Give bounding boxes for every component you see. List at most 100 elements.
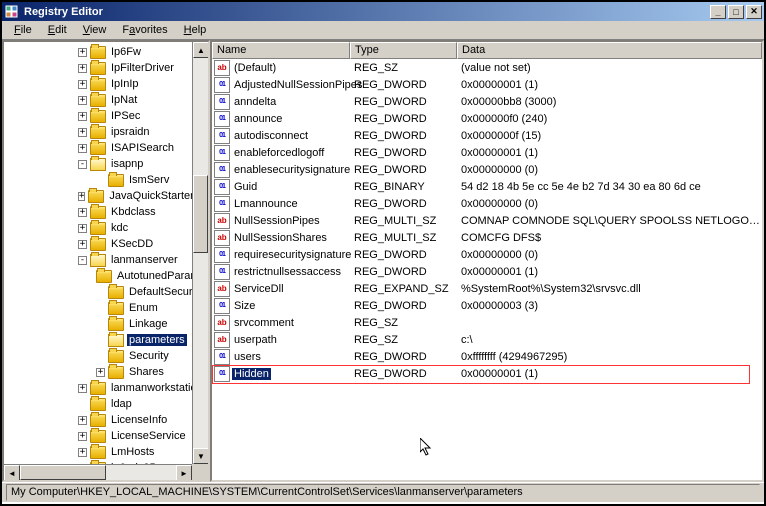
tree-label[interactable]: IpInIp <box>109 78 141 90</box>
expand-icon[interactable]: + <box>78 80 87 89</box>
tree-label[interactable]: IpFilterDriver <box>109 62 176 74</box>
expand-icon[interactable]: + <box>78 192 85 201</box>
tree-node[interactable]: - lanmanserver <box>6 252 208 268</box>
tree-node[interactable]: IsmServ <box>6 172 208 188</box>
tree-node[interactable]: + kdc <box>6 220 208 236</box>
expand-icon[interactable]: + <box>78 48 87 57</box>
tree-node[interactable]: + LmHosts <box>6 444 208 460</box>
tree-node[interactable]: + Kbdclass <box>6 204 208 220</box>
titlebar[interactable]: Registry Editor _ □ ✕ <box>2 2 764 21</box>
tree-label[interactable]: lanmanserver <box>109 254 180 266</box>
expand-icon[interactable]: + <box>96 368 105 377</box>
tree-node[interactable]: + LicenseService <box>6 428 208 444</box>
list-row[interactable]: requiresecuritysignatureREG_DWORD0x00000… <box>212 246 762 263</box>
list-row[interactable]: LmannounceREG_DWORD0x00000000 (0) <box>212 195 762 212</box>
list-row[interactable]: restrictnullsessaccessREG_DWORD0x0000000… <box>212 263 762 280</box>
scroll-down-button[interactable]: ▼ <box>193 448 209 464</box>
column-header-data[interactable]: Data <box>457 42 762 59</box>
tree-node[interactable]: AutotunedParameters <box>6 268 208 284</box>
tree-label[interactable]: IPSec <box>109 110 142 122</box>
list-row[interactable]: anndeltaREG_DWORD0x00000bb8 (3000) <box>212 93 762 110</box>
tree-label[interactable]: Shares <box>127 366 166 378</box>
tree-label[interactable]: ISAPISearch <box>109 142 176 154</box>
tree-label[interactable]: IpNat <box>109 94 139 106</box>
tree-node[interactable]: + IPSec <box>6 108 208 124</box>
list-row[interactable]: NullSessionSharesREG_MULTI_SZCOMCFG DFS$ <box>212 229 762 246</box>
list-row[interactable]: HiddenREG_DWORD0x00000001 (1) <box>212 365 762 382</box>
tree-node[interactable]: ldap <box>6 396 208 412</box>
scroll-thumb[interactable] <box>193 175 208 253</box>
collapse-icon[interactable]: - <box>78 160 87 169</box>
menu-file[interactable]: File <box>6 22 40 38</box>
expand-icon[interactable]: + <box>78 96 87 105</box>
menu-edit[interactable]: Edit <box>40 22 75 38</box>
tree-node[interactable]: Security <box>6 348 208 364</box>
expand-icon[interactable]: + <box>78 64 87 73</box>
expand-icon[interactable]: + <box>78 224 87 233</box>
tree-label[interactable]: Ip6Fw <box>109 46 143 58</box>
list-row[interactable]: (Default)REG_SZ(value not set) <box>212 59 762 76</box>
tree-node[interactable]: +KSecDD <box>6 236 208 252</box>
maximize-button[interactable]: □ <box>728 5 744 19</box>
list-row[interactable]: SizeREG_DWORD0x00000003 (3) <box>212 297 762 314</box>
tree-node[interactable]: + IpNat <box>6 92 208 108</box>
tree-label[interactable]: kdc <box>109 222 130 234</box>
list-row[interactable]: srvcommentREG_SZ <box>212 314 762 331</box>
tree-node[interactable]: Linkage <box>6 316 208 332</box>
list-row[interactable]: autodisconnectREG_DWORD0x0000000f (15) <box>212 127 762 144</box>
list-row[interactable]: enablesecuritysignatureREG_DWORD0x000000… <box>212 161 762 178</box>
tree-vscrollbar[interactable]: ▲ ▼ <box>192 42 208 464</box>
menu-view[interactable]: View <box>75 22 115 38</box>
tree-node[interactable]: +ipsraidn <box>6 124 208 140</box>
list-row[interactable]: NullSessionPipesREG_MULTI_SZCOMNAP COMNO… <box>212 212 762 229</box>
tree-node[interactable]: + lanmanworkstation <box>6 380 208 396</box>
tree-node[interactable]: Enum <box>6 300 208 316</box>
expand-icon[interactable]: + <box>78 416 87 425</box>
column-header-name[interactable]: Name <box>212 42 350 59</box>
tree-label[interactable]: parameters <box>127 334 187 346</box>
scroll-up-button[interactable]: ▲ <box>193 42 209 58</box>
minimize-button[interactable]: _ <box>710 5 726 19</box>
expand-icon[interactable]: + <box>78 112 87 121</box>
expand-icon[interactable]: + <box>78 144 87 153</box>
list-row[interactable]: ServiceDllREG_EXPAND_SZ%SystemRoot%\Syst… <box>212 280 762 297</box>
list-row[interactable]: AdjustedNullSessionPipesREG_DWORD0x00000… <box>212 76 762 93</box>
value-list[interactable]: (Default)REG_SZ(value not set)AdjustedNu… <box>212 59 762 480</box>
scroll-left-button[interactable]: ◄ <box>4 465 20 481</box>
tree-label[interactable]: LicenseInfo <box>109 414 169 426</box>
tree-node[interactable]: + LicenseInfo <box>6 412 208 428</box>
list-row[interactable]: announceREG_DWORD0x000000f0 (240) <box>212 110 762 127</box>
column-header-type[interactable]: Type <box>350 42 457 59</box>
tree-label[interactable]: Kbdclass <box>109 206 158 218</box>
expand-icon[interactable]: + <box>78 384 87 393</box>
list-row[interactable]: usersREG_DWORD0xffffffff (4294967295) <box>212 348 762 365</box>
tree-label[interactable]: LmHosts <box>109 446 156 458</box>
tree-node[interactable]: + Ip6Fw <box>6 44 208 60</box>
tree-node[interactable]: DefaultSecurity <box>6 284 208 300</box>
menu-favorites[interactable]: Favorites <box>114 22 175 38</box>
tree-label[interactable]: IsmServ <box>127 174 171 186</box>
tree-label[interactable]: Enum <box>127 302 160 314</box>
tree-node[interactable]: + Shares <box>6 364 208 380</box>
tree-label[interactable]: Linkage <box>127 318 170 330</box>
expand-icon[interactable]: + <box>78 448 87 457</box>
tree-node[interactable]: + ISAPISearch <box>6 140 208 156</box>
tree-node[interactable]: - isapnp <box>6 156 208 172</box>
menu-help[interactable]: Help <box>176 22 215 38</box>
tree-label[interactable]: LicenseService <box>109 430 188 442</box>
collapse-icon[interactable]: - <box>78 256 87 265</box>
tree-label[interactable]: isapnp <box>109 158 145 170</box>
tree-label[interactable]: KSecDD <box>109 238 155 250</box>
tree-label[interactable]: Security <box>127 350 171 362</box>
tree-node[interactable]: + IpFilterDriver <box>6 60 208 76</box>
tree-node[interactable]: + IpInIp <box>6 76 208 92</box>
list-row[interactable]: enableforcedlogoffREG_DWORD0x00000001 (1… <box>212 144 762 161</box>
registry-tree[interactable]: + Ip6Fw + IpFilterDriver + IpInIp + IpNat + IPSec… <box>4 42 208 464</box>
expand-icon[interactable]: + <box>78 432 87 441</box>
tree-node[interactable]: parameters <box>6 332 208 348</box>
list-row[interactable]: userpathREG_SZc:\ <box>212 331 762 348</box>
close-button[interactable]: ✕ <box>746 5 762 19</box>
expand-icon[interactable]: + <box>78 208 87 217</box>
expand-icon[interactable]: + <box>78 128 87 137</box>
tree-label[interactable]: lanmanworkstation <box>109 382 205 394</box>
